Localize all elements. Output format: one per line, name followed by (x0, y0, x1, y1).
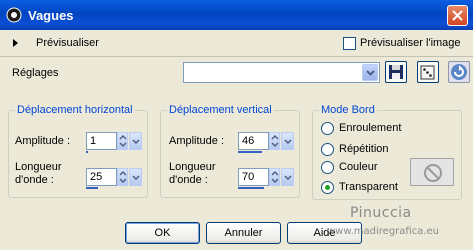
horizontal-wavelength-label-line2: d'onde : (15, 174, 54, 186)
horizontal-group-title: Déplacement horizontal (15, 104, 135, 116)
horizontal-amplitude-stepper[interactable] (117, 132, 128, 150)
preview-image-label[interactable]: Prévisualiser l'image (360, 37, 461, 49)
up-down-arrows-icon (119, 170, 127, 184)
horizontal-amplitude-bar (86, 151, 88, 153)
preview-row: Prévisualiser Prévisualiser l'image (0, 30, 473, 57)
edge-mode-group: Mode Bord Enroulement Répétition Couleur… (312, 104, 462, 200)
vertical-amplitude-stepper[interactable] (269, 132, 280, 150)
randomize-button[interactable] (417, 61, 439, 83)
settings-label: Réglages (12, 67, 59, 79)
dice-icon (420, 65, 435, 80)
window-title: Vagues (28, 8, 74, 23)
horizontal-displacement-group: Déplacement horizontal Amplitude : 1 Lon… (8, 104, 148, 198)
close-icon (452, 10, 463, 21)
vertical-amplitude-input[interactable]: 46 (238, 132, 269, 150)
horizontal-amplitude-label: Amplitude : (15, 135, 71, 147)
chevron-down-icon (132, 139, 140, 144)
vertical-wavelength-label-line2: d'onde : (169, 174, 208, 186)
up-down-arrows-icon (271, 170, 279, 184)
radio-enroulement-label[interactable]: Enroulement (339, 122, 401, 134)
chevron-down-icon (132, 175, 140, 180)
watermark-url: www.madiregrafica.eu (327, 226, 440, 237)
edge-color-swatch[interactable] (410, 158, 454, 186)
vertical-wavelength-input[interactable]: 70 (238, 168, 269, 186)
radio-couleur-label[interactable]: Couleur (339, 161, 378, 173)
floppy-disk-icon (389, 65, 403, 79)
vertical-amplitude-dropdown[interactable] (281, 132, 294, 150)
preview-label: Prévisualiser (36, 37, 99, 49)
preview-image-checkbox[interactable] (343, 37, 356, 50)
radio-repetition-label[interactable]: Répétition (339, 143, 389, 155)
vertical-amplitude-label: Amplitude : (169, 135, 225, 147)
radio-transparent[interactable] (321, 181, 334, 194)
horizontal-wavelength-bar (86, 187, 98, 189)
horizontal-wavelength-stepper[interactable] (117, 168, 128, 186)
vertical-wavelength-bar (238, 187, 264, 189)
chevron-down-icon (366, 70, 375, 76)
radio-repetition[interactable] (321, 143, 334, 156)
radio-couleur[interactable] (321, 161, 334, 174)
horizontal-amplitude-input[interactable]: 1 (86, 132, 117, 150)
up-down-arrows-icon (271, 134, 279, 148)
horizontal-wavelength-dropdown[interactable] (129, 168, 142, 186)
vertical-wavelength-label-line1: Longueur (169, 161, 216, 173)
vertical-displacement-group: Déplacement vertical Amplitude : 46 Long… (160, 104, 300, 198)
save-preset-button[interactable] (385, 61, 407, 83)
reset-arrow-icon (451, 64, 467, 80)
close-button[interactable] (447, 5, 468, 26)
edge-mode-title: Mode Bord (319, 104, 377, 116)
chevron-down-icon (284, 175, 292, 180)
horizontal-amplitude-dropdown[interactable] (129, 132, 142, 150)
cancel-button[interactable]: Annuler (206, 222, 281, 244)
radio-enroulement[interactable] (321, 122, 334, 135)
ok-button[interactable]: OK (125, 222, 200, 244)
expand-arrow-icon[interactable] (13, 39, 18, 47)
reset-button[interactable] (448, 61, 470, 83)
horizontal-wavelength-input[interactable]: 25 (86, 168, 117, 186)
radio-transparent-label[interactable]: Transparent (339, 181, 398, 193)
watermark-name: Pinuccia (350, 205, 412, 221)
title-bar[interactable]: Vagues (0, 0, 473, 30)
vertical-wavelength-dropdown[interactable] (281, 168, 294, 186)
vertical-amplitude-bar (238, 151, 262, 153)
up-down-arrows-icon (119, 134, 127, 148)
chevron-down-icon (284, 139, 292, 144)
no-color-icon (424, 164, 442, 182)
vertical-group-title: Déplacement vertical (167, 104, 274, 116)
vertical-wavelength-stepper[interactable] (269, 168, 280, 186)
settings-dropdown-button[interactable] (362, 64, 378, 81)
app-icon (6, 7, 22, 23)
horizontal-wavelength-label-line1: Longueur (15, 161, 62, 173)
settings-combo[interactable] (183, 62, 380, 83)
